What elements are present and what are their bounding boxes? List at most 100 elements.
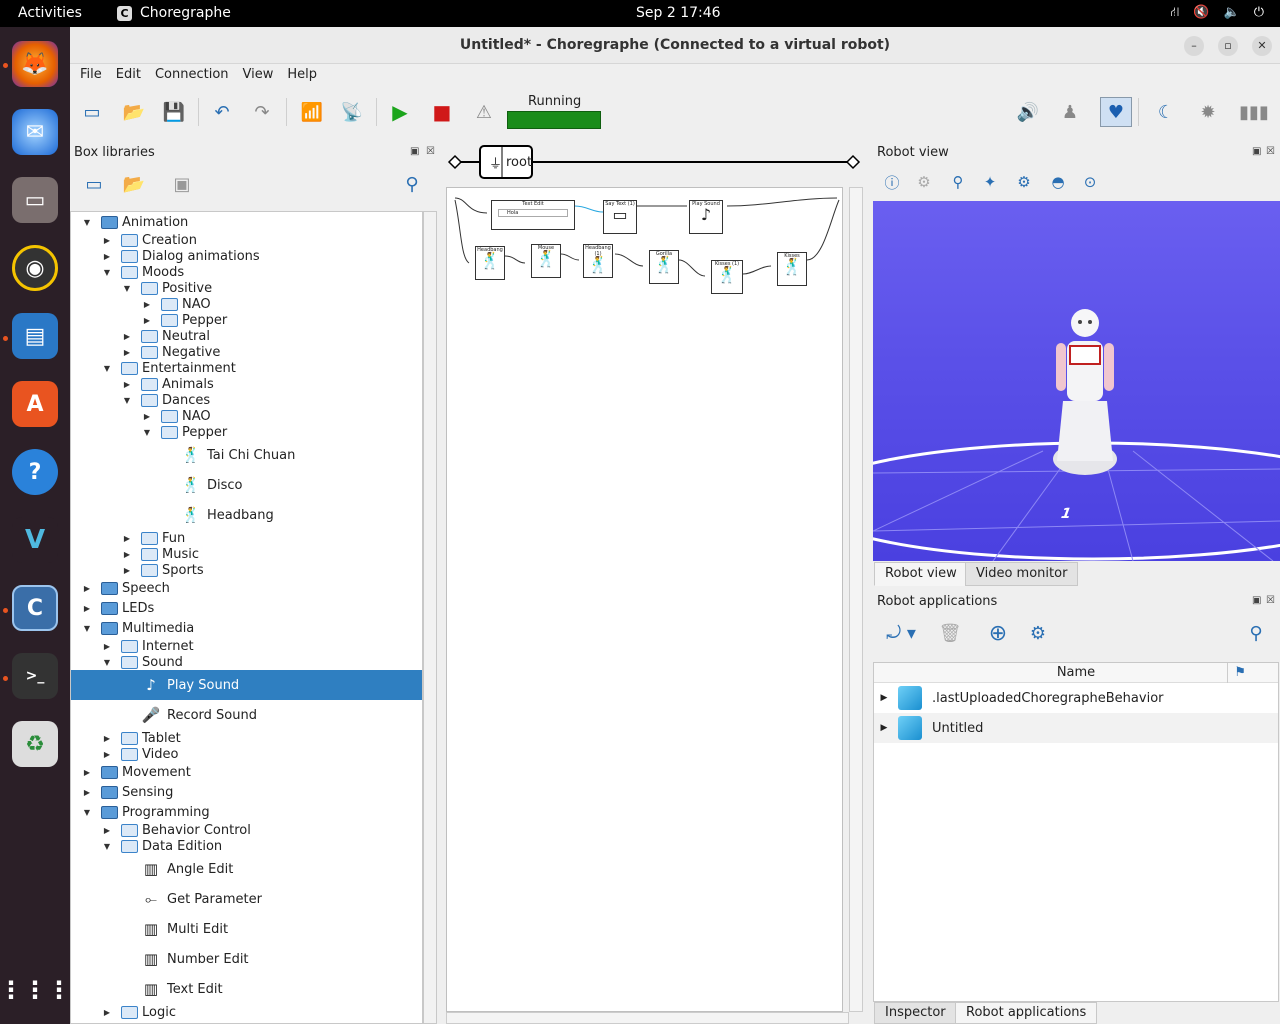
headbang-1-box[interactable]: Headbang (1) 🕺	[583, 244, 613, 278]
close-panel-icon[interactable]: ☒	[1266, 595, 1275, 606]
play-sound-box[interactable]: Play Sound ♪	[689, 200, 723, 234]
kisses-box[interactable]: Kisses 🕺	[777, 252, 807, 286]
tree-item[interactable]: ▶ Speech	[71, 578, 422, 598]
tree-item[interactable]: ▼ Data Edition	[71, 838, 422, 854]
minimize-button[interactable]: –	[1184, 36, 1204, 56]
tree-item[interactable]: ▥ Text Edit	[71, 974, 422, 1004]
tree-item[interactable]: ▶ Sensing	[71, 782, 422, 802]
robot-3d-scene[interactable]: 1	[873, 201, 1280, 561]
tree-item[interactable]: ▶ Tablet	[71, 730, 422, 746]
collapse-arrow-icon[interactable]: ▼	[141, 428, 153, 437]
rotate-icon[interactable]: ✦	[974, 167, 1006, 197]
tab-inspector[interactable]: Inspector	[874, 1002, 957, 1024]
view-reset-icon[interactable]: ⊙	[1074, 167, 1106, 197]
tree-item[interactable]: 🕺 Disco	[71, 470, 422, 500]
tree-item[interactable]: ▥ Multi Edit	[71, 914, 422, 944]
close-button[interactable]: ✕	[1252, 36, 1272, 56]
tree-item[interactable]: ♪ Play Sound	[71, 670, 422, 700]
tree-item[interactable]: ▶ Movement	[71, 762, 422, 782]
wake-up-icon[interactable]: ✹	[1192, 97, 1224, 127]
tree-item[interactable]: ▶ Music	[71, 546, 422, 562]
float-panel-icon[interactable]: ▣	[1252, 146, 1261, 157]
menu-connection[interactable]: Connection	[155, 67, 229, 86]
column-name[interactable]: Name	[1057, 665, 1095, 680]
stop-icon[interactable]: ■	[426, 97, 458, 127]
expand-arrow-icon[interactable]: ▶	[101, 826, 113, 835]
collapse-arrow-icon[interactable]: ▼	[81, 218, 93, 227]
tree-item[interactable]: ▶ Neutral	[71, 328, 422, 344]
writer-icon[interactable]: ▤	[12, 313, 58, 359]
column-default-icon[interactable]: ⚑	[1227, 663, 1246, 683]
tree-item[interactable]: ▼ Multimedia	[71, 618, 422, 638]
add-app-icon[interactable]: ⊕	[982, 618, 1014, 648]
tree-item[interactable]: ▶ Behavior Control	[71, 822, 422, 838]
float-panel-icon[interactable]: ▣	[410, 146, 419, 157]
stiffness-icon[interactable]: ♟	[1054, 97, 1086, 127]
table-row[interactable]: ▶ .lastUploadedChoregrapheBehavior	[874, 683, 1278, 713]
search-icon[interactable]: ⚲	[396, 169, 428, 199]
flow-horizontal-scrollbar[interactable]	[446, 1012, 849, 1024]
rest-icon[interactable]: ☾	[1150, 97, 1182, 127]
disconnect-icon[interactable]: 📡	[336, 97, 368, 127]
thunderbird-icon[interactable]: ✉	[12, 109, 58, 155]
expand-arrow-icon[interactable]: ▶	[141, 300, 153, 309]
new-library-icon[interactable]: ▭	[78, 169, 110, 199]
tree-item[interactable]: 🕺 Tai Chi Chuan	[71, 440, 422, 470]
root-label[interactable]: root	[506, 155, 532, 170]
tree-item[interactable]: ▥ Number Edit	[71, 944, 422, 974]
connect-icon[interactable]: 📶	[296, 97, 328, 127]
delete-app-icon[interactable]: 🗑	[934, 618, 966, 648]
text-edit-value[interactable]: Hola	[498, 209, 568, 217]
tree-item[interactable]: ▥ Angle Edit	[71, 854, 422, 884]
package-install-icon[interactable]: ⤾ ▾	[880, 618, 922, 648]
autonomous-life-icon[interactable]: ♥	[1100, 97, 1132, 127]
tree-item[interactable]: ▶ NAO	[71, 296, 422, 312]
tree-item[interactable]: ▶ Video	[71, 746, 422, 762]
menu-file[interactable]: File	[80, 67, 102, 86]
menu-view[interactable]: View	[243, 67, 274, 86]
joints-icon[interactable]: ⚙	[908, 167, 940, 197]
play-icon[interactable]: ▶	[384, 97, 416, 127]
gorilla-box[interactable]: Gorilla 🕺	[649, 250, 679, 284]
tree-item[interactable]: ▼ Dances	[71, 392, 422, 408]
clock[interactable]: Sep 2 17:46	[636, 5, 721, 21]
table-row[interactable]: ▶ Untitled	[874, 713, 1278, 743]
battery-icon[interactable]: ▮▮▮	[1238, 97, 1270, 127]
save-project-icon[interactable]: 💾	[158, 97, 190, 127]
collapse-arrow-icon[interactable]: ▼	[121, 284, 133, 293]
expand-arrow-icon[interactable]: ▶	[101, 236, 113, 245]
tree-item[interactable]: ▶ Logic	[71, 1004, 422, 1020]
expand-arrow-icon[interactable]: ▶	[121, 566, 133, 575]
app-options-icon[interactable]: ⚙	[1022, 618, 1054, 648]
kisses-1-box[interactable]: Kisses (1) 🕺	[711, 260, 743, 294]
expand-arrow-icon[interactable]: ▶	[101, 642, 113, 651]
say-text-box[interactable]: Say Text (1) ▭	[603, 200, 637, 234]
tree-item[interactable]: ▶ LEDs	[71, 598, 422, 618]
help-icon[interactable]: ?	[12, 449, 58, 495]
tab-robot-applications[interactable]: Robot applications	[955, 1002, 1098, 1024]
open-library-icon[interactable]: 📂	[118, 169, 150, 199]
zoom-icon[interactable]: ⚲	[942, 167, 974, 197]
trash-icon[interactable]: ♻	[12, 721, 58, 767]
collapse-arrow-icon[interactable]: ▼	[101, 842, 113, 851]
tree-item[interactable]: ▶ Animals	[71, 376, 422, 392]
undo-icon[interactable]: ↶	[206, 97, 238, 127]
tree-item[interactable]: ▼ Sound	[71, 654, 422, 670]
flow-vertical-scrollbar[interactable]	[849, 187, 863, 1012]
tree-item[interactable]: ▶ Sports	[71, 562, 422, 578]
tree-item[interactable]: ▶ Dialog animations	[71, 248, 422, 264]
firefox-icon[interactable]: 🦊	[12, 41, 58, 87]
tree-item[interactable]: ▼ Entertainment	[71, 360, 422, 376]
sensors-icon[interactable]: ◓	[1042, 167, 1074, 197]
tree-item[interactable]: ▼ Animation	[71, 212, 422, 232]
mouse-box[interactable]: Mouse 🕺	[531, 244, 561, 278]
collapse-arrow-icon[interactable]: ▼	[101, 364, 113, 373]
volume-icon[interactable]: 🔊	[1012, 97, 1044, 127]
float-panel-icon[interactable]: ▣	[1252, 595, 1261, 606]
collapse-arrow-icon[interactable]: ▼	[81, 624, 93, 633]
files-icon[interactable]: ▭	[12, 177, 58, 223]
expand-arrow-icon[interactable]: ▶	[121, 534, 133, 543]
open-project-icon[interactable]: 📂	[118, 97, 150, 127]
tree-item[interactable]: ▶ NAO	[71, 408, 422, 424]
maximize-button[interactable]: ▫	[1218, 36, 1238, 56]
